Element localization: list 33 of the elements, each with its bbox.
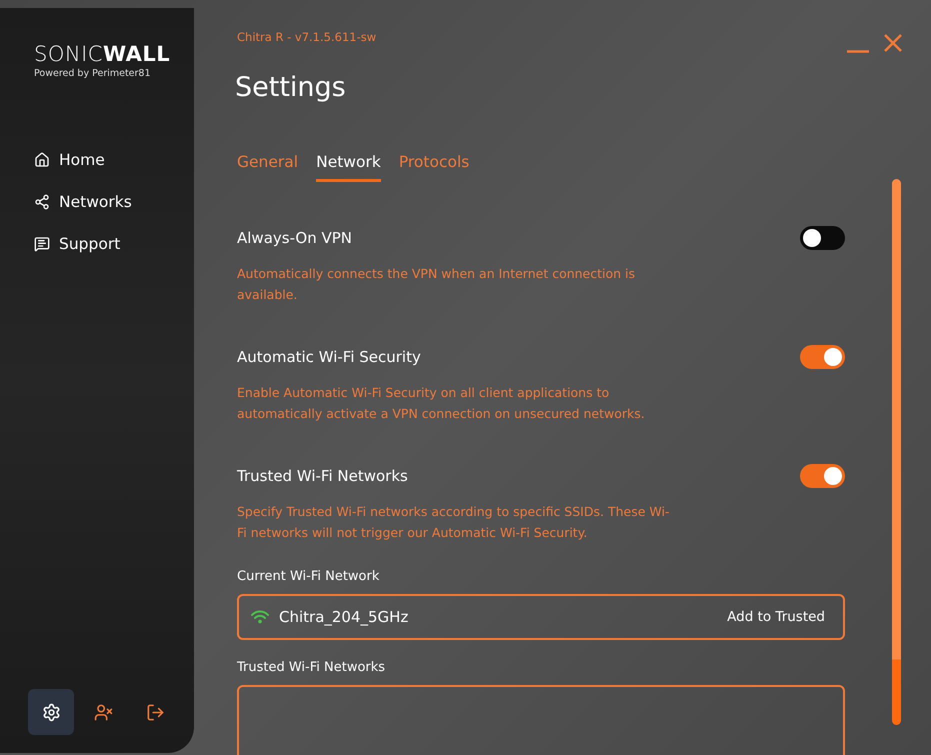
add-to-trusted-button[interactable]: Add to Trusted — [727, 609, 825, 625]
chat-icon — [34, 236, 50, 252]
network-name: Chitra_204_5GHz — [279, 608, 408, 626]
user-x-icon — [94, 702, 112, 722]
setting-description: Specify Trusted Wi-Fi networks according to specific SSIDs. These Wi-Fi networks will not trigger our Automatic Wi-Fi Security. — [237, 503, 670, 542]
settings-button[interactable] — [28, 689, 74, 735]
version-label: Chitra R - v7.1.5.611-sw — [237, 30, 378, 44]
setting-title: Trusted Wi-Fi Networks — [237, 467, 408, 485]
field-label: Current Wi-Fi Network — [237, 569, 380, 584]
logo-tagline: Powered by Perimeter81 — [34, 68, 152, 79]
close-icon — [883, 32, 903, 52]
tab[interactable]: Network — [316, 153, 381, 182]
nav-item[interactable]: Home — [34, 151, 194, 169]
home-icon — [34, 152, 50, 168]
toggle-switch[interactable] — [800, 226, 845, 250]
setting-title: Always-On VPN — [237, 229, 352, 247]
toggle-switch[interactable] — [800, 345, 845, 369]
logo: SONICWALL — [34, 44, 172, 65]
nav-item[interactable]: Networks — [34, 193, 194, 211]
toggle-switch[interactable] — [800, 464, 845, 488]
gear-icon — [42, 702, 60, 722]
field-label: Trusted Wi-Fi Networks — [237, 660, 386, 675]
share-icon — [34, 194, 50, 210]
nav-item[interactable]: Support — [34, 235, 194, 253]
minimize-icon — [847, 50, 869, 53]
close-button[interactable] — [883, 32, 903, 52]
wifi-icon — [251, 610, 269, 624]
page-title: Settings — [235, 72, 347, 103]
setting-title: Automatic Wi-Fi Security — [237, 348, 421, 366]
setting-description: Automatically connects the VPN when an Internet connection is available. — [237, 265, 636, 304]
setting-description: Enable Automatic Wi-Fi Security on all client applications to automatically activate a VPN connection on unsecured networks. — [237, 384, 646, 423]
logout-icon — [146, 702, 164, 722]
scrollbar[interactable] — [892, 179, 901, 725]
